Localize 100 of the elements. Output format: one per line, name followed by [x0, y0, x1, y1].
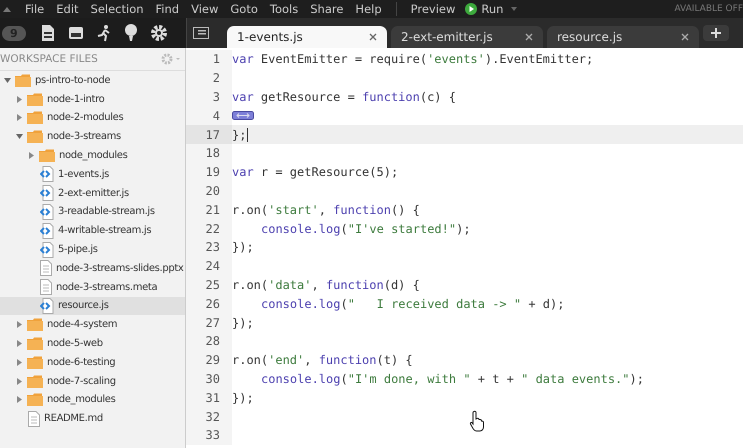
script-file-icon	[40, 298, 54, 314]
collapsed-arrow-icon[interactable]	[16, 358, 23, 366]
close-icon[interactable]	[525, 33, 533, 41]
folded-code-icon[interactable]	[232, 111, 254, 120]
file-tab[interactable]: 1-events.js	[227, 26, 387, 48]
new-tab-button[interactable]	[703, 25, 729, 41]
tree-item[interactable]: 1-events.js	[0, 164, 185, 184]
collapsed-arrow-icon[interactable]	[16, 96, 23, 103]
line-number: 23	[186, 238, 232, 257]
code-line: console.log("I'm done, with " + t + " data events.");	[261, 372, 644, 386]
collapsed-arrow-icon[interactable]	[16, 321, 23, 328]
caret-icon[interactable]	[511, 7, 518, 11]
script-file-icon	[40, 166, 54, 182]
balloon-icon[interactable]	[124, 24, 138, 42]
folder-icon	[27, 374, 43, 388]
tree-item[interactable]: node-7-scaling	[0, 372, 185, 391]
tree-item[interactable]: node-1-intro	[0, 90, 185, 109]
menu-item[interactable]: Find	[156, 2, 180, 16]
expanded-arrow-icon[interactable]	[4, 76, 11, 84]
code-line: console.log(" I received data -> " + d);	[261, 296, 564, 311]
line-number: 17	[186, 125, 232, 144]
file-icon[interactable]	[40, 24, 56, 42]
line-number: 2	[186, 68, 232, 88]
line-number: 20	[186, 182, 232, 200]
preview-menu[interactable]: Preview	[410, 2, 456, 16]
close-icon[interactable]	[369, 33, 377, 41]
tree-item[interactable]: node-3-streams	[0, 127, 185, 146]
script-file-icon	[40, 204, 54, 220]
tree-item[interactable]: node_modules	[0, 146, 185, 165]
tree-item[interactable]: node-3-streams.meta	[0, 278, 185, 297]
line-number: 33	[186, 426, 232, 445]
up-arrow-icon[interactable]	[3, 6, 11, 12]
code-line: r.on('end', function(t) {	[232, 353, 413, 368]
code-line: var getResource = function(c) {	[232, 90, 456, 104]
play-icon	[465, 3, 478, 15]
tree-item[interactable]: node-5-web	[0, 334, 185, 353]
hand-cursor-icon	[469, 410, 485, 432]
line-number: 32	[186, 407, 232, 426]
code-line: });	[232, 390, 254, 405]
line-number: 21	[186, 200, 232, 220]
settings-icon[interactable]	[150, 24, 168, 42]
tree-item[interactable]: 5-pipe.js	[0, 240, 185, 259]
status-text: AVAILABLE OFF	[674, 4, 743, 14]
line-number: 1	[186, 50, 232, 69]
menu-item[interactable]: Tools	[270, 2, 298, 16]
tree-item[interactable]: node-3-streams-slides.pptx	[0, 258, 185, 278]
tree-item[interactable]: 4-writable-stream.js	[0, 221, 185, 240]
folder-icon	[39, 149, 55, 162]
menu-item[interactable]: Help	[355, 2, 382, 16]
collapsed-arrow-icon[interactable]	[16, 114, 23, 122]
tree-item[interactable]: 3-readable-stream.js	[0, 202, 185, 222]
folder-icon	[27, 111, 43, 124]
folder-icon	[27, 337, 43, 350]
tree-item[interactable]: 2-ext-emitter.js	[0, 184, 185, 203]
script-file-icon	[40, 185, 54, 202]
menu-item[interactable]: Edit	[56, 2, 79, 16]
code-line: r.on('start', function() {	[232, 202, 420, 217]
line-number: 22	[186, 219, 232, 238]
code-line: });	[232, 316, 254, 330]
plus-icon	[711, 28, 721, 38]
file-tab[interactable]: resource.js	[547, 26, 699, 48]
line-number: 3	[186, 88, 232, 106]
tree-item[interactable]: node-2-modules	[0, 108, 185, 128]
code-line: var r = getResource(5);	[232, 165, 398, 180]
tree-item[interactable]: ps-intro-to-node	[0, 71, 185, 90]
drive-icon[interactable]	[68, 26, 84, 40]
document-icon	[40, 260, 52, 276]
line-number: 19	[186, 162, 232, 182]
expanded-arrow-icon[interactable]	[16, 133, 23, 140]
runner-icon[interactable]	[96, 24, 112, 42]
line-number: 24	[186, 256, 232, 276]
menu-item[interactable]: File	[25, 2, 44, 16]
line-number: 31	[186, 388, 232, 408]
menu-item[interactable]: Selection	[90, 2, 144, 16]
code-line: console.log("I've started!");	[261, 222, 471, 236]
tree-item[interactable]: README.md	[0, 409, 185, 428]
line-number: 25	[186, 276, 232, 294]
menu-item[interactable]: Share	[310, 2, 344, 16]
collapsed-arrow-icon[interactable]	[16, 340, 23, 348]
script-file-icon	[40, 222, 54, 239]
tree-item[interactable]: node_modules	[0, 390, 185, 410]
close-icon[interactable]	[681, 33, 689, 41]
file-tab[interactable]: 2-ext-emitter.js	[391, 26, 543, 48]
menu-item[interactable]: View	[191, 2, 218, 16]
menu-item[interactable]: Goto	[230, 2, 258, 16]
collapsed-arrow-icon[interactable]	[16, 396, 23, 404]
tree-item[interactable]: resource.js	[0, 296, 185, 316]
collapsed-arrow-icon[interactable]	[28, 152, 35, 160]
folder-icon	[27, 356, 43, 369]
line-number: 28	[186, 332, 232, 351]
code-line: };	[232, 128, 246, 142]
folder-icon	[15, 74, 31, 87]
list-icon[interactable]	[193, 27, 209, 39]
document-icon	[40, 279, 52, 296]
folder-icon	[27, 393, 43, 406]
tree-item[interactable]: node-6-testing	[0, 352, 185, 372]
code-line: r.on('data', function(d) {	[232, 278, 420, 292]
tree-item[interactable]: node-4-system	[0, 315, 185, 334]
collapsed-arrow-icon[interactable]	[16, 378, 23, 385]
run-button[interactable]: Run	[461, 2, 508, 16]
